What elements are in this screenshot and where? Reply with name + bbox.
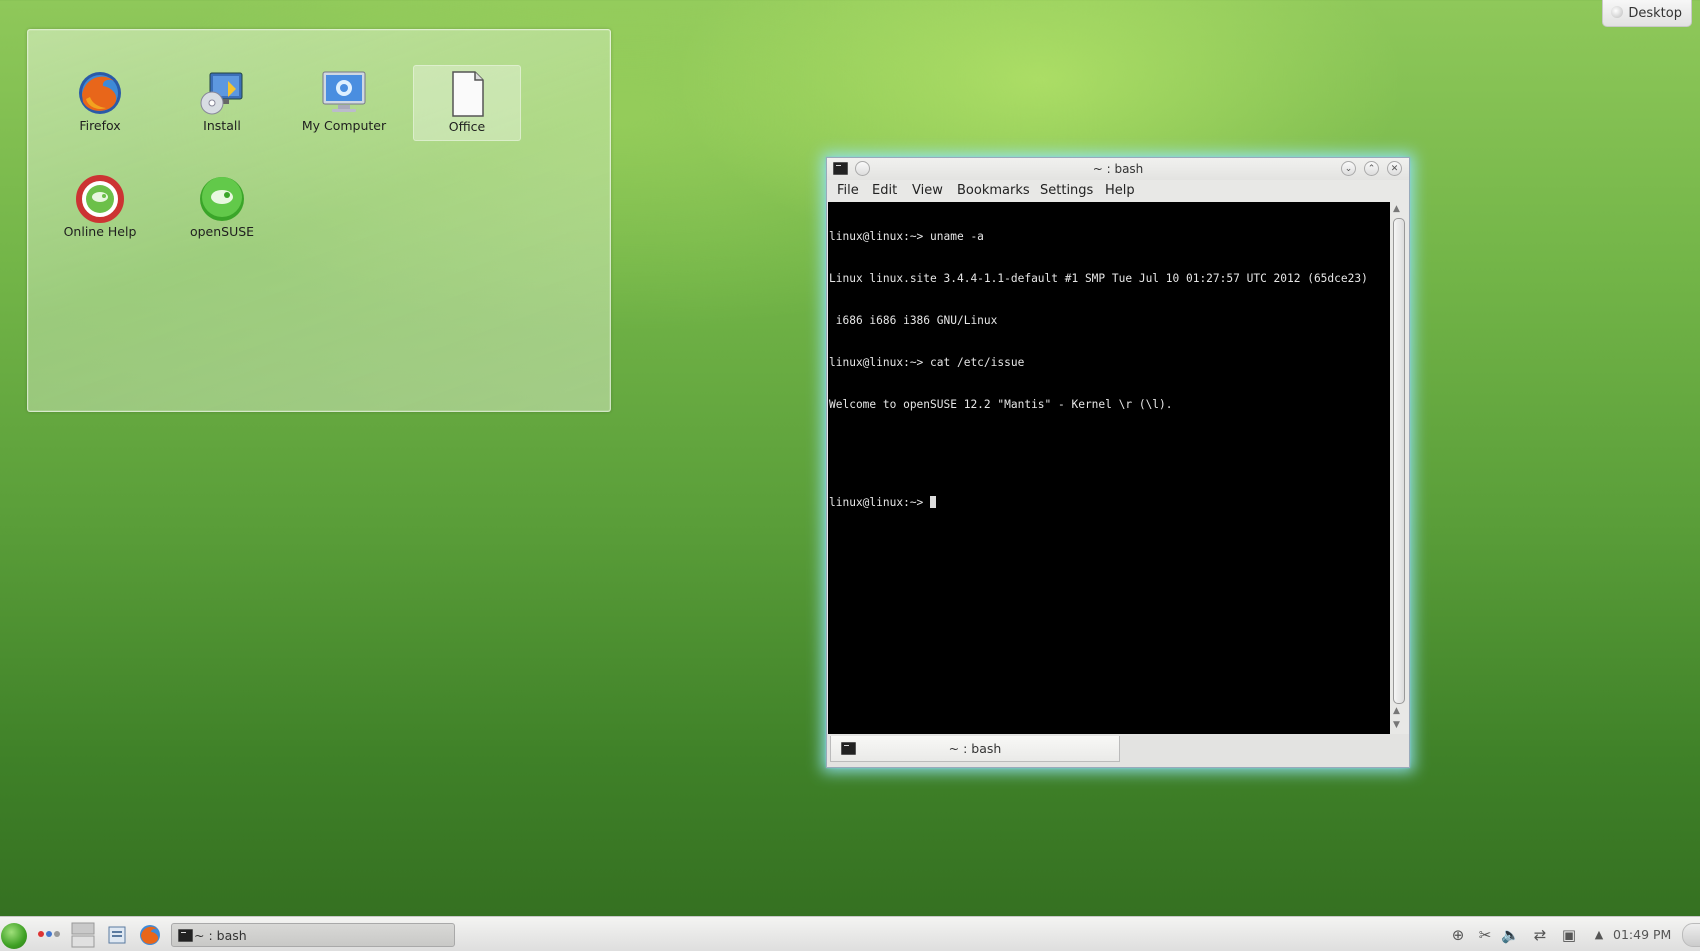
desktop-icon-firefox[interactable]: Firefox: [47, 65, 153, 139]
terminal-line: i686 i686 i386 GNU/Linux: [829, 314, 998, 327]
terminal-line: Welcome to openSUSE 12.2 "Mantis" - Kern…: [829, 398, 1173, 411]
computer-icon: [322, 71, 366, 112]
taskbar-panel: ~ : bash ⊕ ✂ 🔈 ⇄ ▣ ▲ 01:49 PM: [0, 916, 1700, 951]
menu-view[interactable]: View: [912, 183, 943, 198]
window-title: ~ : bash: [1092, 162, 1144, 176]
desktop-icon-label: Office: [448, 119, 486, 134]
terminal-output[interactable]: linux@linux:~> uname -a Linux linux.site…: [828, 202, 1390, 734]
scroll-up-arrow-icon[interactable]: ▲: [1393, 706, 1400, 716]
maximize-button[interactable]: ⌃: [1364, 161, 1379, 176]
network-manager-icon[interactable]: ⇄: [1531, 926, 1549, 944]
close-button[interactable]: ✕: [1387, 161, 1402, 176]
firefox-launcher-icon[interactable]: [139, 924, 161, 946]
tab-bash[interactable]: ~ : bash: [830, 736, 1120, 762]
menu-help[interactable]: Help: [1105, 183, 1135, 198]
desktop-toolbox-label: Desktop: [1628, 5, 1682, 21]
tab-label: ~ : bash: [948, 741, 1002, 756]
desktop-icon-label: Install: [203, 118, 241, 133]
desktop-icon-online-help[interactable]: Online Help: [47, 171, 153, 245]
menu-file[interactable]: File: [837, 183, 859, 198]
desktop-icon-install[interactable]: Install: [169, 65, 275, 139]
terminal-prompt-line: linux@linux:~>: [828, 496, 1390, 510]
cashew-icon: [1611, 6, 1623, 18]
minimize-button[interactable]: ⌄: [1341, 161, 1356, 176]
firefox-icon: [79, 72, 121, 114]
tab-bar: ~ : bash: [827, 734, 1409, 767]
desktop-icon-label: openSUSE: [189, 224, 255, 239]
panel-toolbox-button[interactable]: [1682, 923, 1700, 947]
tray-expand-arrow-icon[interactable]: ▲: [1590, 926, 1608, 944]
desktop-pager-icon[interactable]: [71, 922, 95, 948]
terminal-scrollbar[interactable]: ▲ ▲ ▼: [1391, 202, 1407, 734]
desktop-icon-office[interactable]: Office: [413, 65, 521, 141]
network-icon[interactable]: ⊕: [1449, 926, 1467, 944]
window-titlebar[interactable]: ~ : bash ⌄ ⌃ ✕: [827, 158, 1409, 180]
desktop-icon-label: Online Help: [63, 224, 137, 239]
file-manager-icon[interactable]: [107, 925, 127, 945]
help-icon: [76, 175, 124, 223]
menu-bar: File Edit View Bookmarks Settings Help: [827, 180, 1409, 202]
folder-view-widget[interactable]: Firefox Install My Computer Office Onlin…: [27, 29, 611, 412]
terminal-line: Linux linux.site 3.4.4-1.1-default #1 SM…: [829, 272, 1368, 285]
menu-bookmarks[interactable]: Bookmarks: [957, 183, 1030, 198]
konsole-window[interactable]: ~ : bash ⌄ ⌃ ✕ File Edit View Bookmarks …: [826, 157, 1410, 768]
taskbar-task-bash[interactable]: ~ : bash: [171, 923, 455, 947]
text-cursor: [930, 496, 937, 508]
clock[interactable]: 01:49 PM: [1613, 927, 1671, 942]
desktop-icon-my-computer[interactable]: My Computer: [291, 65, 397, 139]
menu-edit[interactable]: Edit: [872, 183, 897, 198]
scroll-down-arrow-icon[interactable]: ▼: [1393, 720, 1400, 730]
activity-manager-icon[interactable]: [37, 929, 61, 939]
scroll-up-arrow-icon[interactable]: ▲: [1393, 204, 1400, 214]
desktop-icon-label: Firefox: [79, 118, 121, 133]
terminal-line: linux@linux:~> uname -a: [829, 230, 984, 243]
document-icon: [452, 71, 484, 117]
desktop-icon-label: My Computer: [301, 118, 387, 133]
klipper-clipboard-icon[interactable]: ✂: [1476, 926, 1494, 944]
terminal-line: linux@linux:~> cat /etc/issue: [829, 356, 1025, 369]
desktop-icon-opensuse[interactable]: openSUSE: [169, 171, 275, 245]
device-notifier-icon[interactable]: ▣: [1560, 926, 1578, 944]
opensuse-icon: [200, 177, 244, 221]
menu-settings[interactable]: Settings: [1040, 183, 1093, 198]
scrollbar-thumb[interactable]: [1393, 218, 1405, 704]
terminal-prompt: linux@linux:~>: [829, 496, 931, 509]
task-label: ~ : bash: [194, 928, 247, 943]
desktop-toolbox-button[interactable]: Desktop: [1602, 0, 1692, 27]
terminal-icon: [178, 929, 193, 942]
application-launcher-button[interactable]: [1, 923, 27, 949]
install-icon: [200, 72, 243, 115]
volume-icon[interactable]: 🔈: [1501, 926, 1520, 944]
